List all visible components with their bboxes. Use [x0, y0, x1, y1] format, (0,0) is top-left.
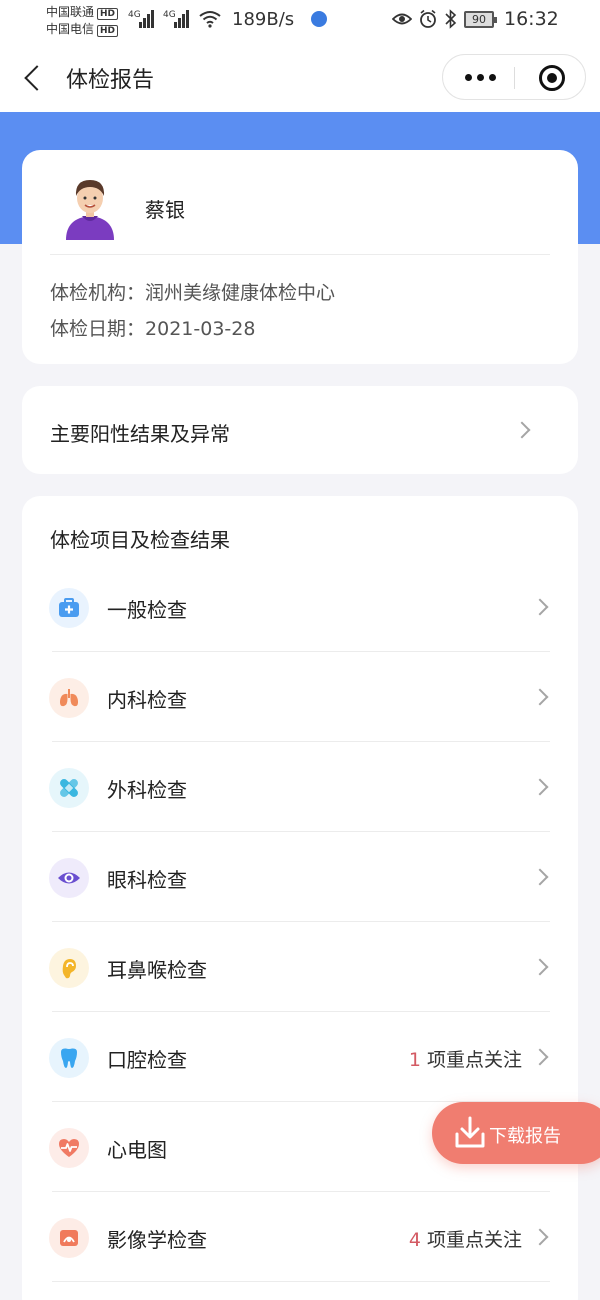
exam-item-row[interactable]: 外科检查 — [22, 742, 578, 832]
exam-item-label: 耳鼻喉检查 — [107, 958, 207, 982]
medical-kit-icon — [49, 588, 89, 628]
capsule-divider — [514, 67, 515, 89]
exam-item-row[interactable]: 内科检查 — [22, 652, 578, 742]
chevron-right-icon — [531, 598, 549, 616]
date-label: 体检日期： — [50, 318, 146, 340]
exam-item-row[interactable]: 影像学检查 4 项重点关注 — [22, 1192, 578, 1282]
chevron-right-icon — [531, 868, 549, 886]
exam-item-label: 眼科检查 — [107, 868, 187, 892]
chevron-left-icon[interactable] — [20, 60, 50, 96]
ear-icon — [49, 948, 89, 988]
nav-bar: 体检报告 — [0, 44, 600, 112]
bluetooth-icon — [445, 9, 457, 29]
chevron-right-icon — [531, 688, 549, 706]
page-title: 体检报告 — [66, 68, 155, 93]
exam-item-row[interactable]: 一般检查 — [22, 562, 578, 652]
browser-icon — [311, 11, 327, 27]
attention-text: 项重点关注 — [426, 1229, 522, 1251]
chevron-right-icon — [531, 1048, 549, 1066]
exam-item-label: 影像学检查 — [107, 1228, 207, 1252]
profile-card: 蔡银 体检机构：润州美缘健康体检中心 体检日期：2021-03-28 — [22, 150, 578, 364]
battery-icon: 90 — [464, 11, 497, 28]
exam-items-card: 体检项目及检查结果 一般检查内科检查外科检查眼科检查耳鼻喉检查口腔检查 1 项重点… — [22, 496, 578, 1300]
carrier-2: 中国电信 — [46, 22, 95, 36]
status-bar: 中国联通 HD 中国电信 HD 4G 4G 189B/s 90 16:32 — [0, 0, 600, 44]
alarm-icon — [420, 9, 436, 28]
institution-value: 润州美缘健康体检中心 — [145, 282, 336, 304]
attention-count: 1 — [408, 1049, 421, 1071]
exam-item-label: 内科检查 — [107, 688, 187, 712]
more-dots-icon[interactable] — [465, 74, 496, 82]
exam-item-row[interactable]: 耳鼻喉检查 — [22, 922, 578, 1012]
signal-icon — [139, 10, 157, 28]
date-value: 2021-03-28 — [145, 318, 256, 340]
lungs-icon — [49, 678, 89, 718]
download-label: 下载报告 — [489, 1126, 561, 1147]
exam-item-label: 外科检查 — [107, 778, 187, 802]
attention-text: 项重点关注 — [426, 1049, 522, 1071]
signal-icon — [174, 10, 192, 28]
tooth-icon — [49, 1038, 89, 1078]
chevron-right-icon — [531, 958, 549, 976]
network-speed: 189B/s — [232, 9, 295, 30]
clock: 16:32 — [504, 8, 559, 30]
eye-status-icon — [392, 13, 412, 25]
ultrasound-icon — [49, 1218, 89, 1258]
hd-badge: HD — [97, 8, 119, 20]
divider — [50, 254, 550, 255]
bandage-icon — [49, 768, 89, 808]
eye-icon — [49, 858, 89, 898]
download-icon — [455, 1116, 485, 1148]
chevron-right-icon — [531, 778, 549, 796]
attention-note: 1 项重点关注 — [409, 1045, 522, 1072]
divider — [52, 1281, 550, 1282]
mini-program-capsule — [442, 54, 586, 100]
hd-badge: HD — [97, 25, 119, 37]
institution-label: 体检机构： — [50, 282, 146, 304]
exam-item-row[interactable]: 口腔检查 1 项重点关注 — [22, 1012, 578, 1102]
wifi-icon — [199, 11, 221, 28]
heartbeat-icon — [49, 1128, 89, 1168]
exam-item-label: 心电图 — [107, 1138, 167, 1162]
section-title: 体检项目及检查结果 — [50, 528, 230, 552]
avatar — [66, 180, 114, 240]
exam-item-label: 口腔检查 — [107, 1048, 187, 1072]
carrier-1: 中国联通 — [46, 5, 95, 19]
exam-item-row[interactable]: 眼科检查 — [22, 832, 578, 922]
institution-row: 体检机构：润州美缘健康体检中心 — [50, 278, 335, 305]
attention-note: 4 项重点关注 — [409, 1225, 522, 1252]
download-report-button[interactable]: 下载报告 — [432, 1102, 600, 1164]
user-name: 蔡银 — [145, 198, 185, 222]
exam-item-label: 一般检查 — [107, 598, 187, 622]
attention-count: 4 — [408, 1229, 421, 1251]
date-row: 体检日期：2021-03-28 — [50, 314, 255, 341]
target-icon[interactable] — [539, 65, 565, 91]
chevron-right-icon — [513, 421, 531, 439]
chevron-right-icon — [531, 1228, 549, 1246]
abnormal-results-label: 主要阳性结果及异常 — [50, 422, 230, 446]
carrier-info: 中国联通 HD 中国电信 HD — [46, 4, 119, 38]
abnormal-results-link[interactable]: 主要阳性结果及异常 — [22, 386, 578, 474]
